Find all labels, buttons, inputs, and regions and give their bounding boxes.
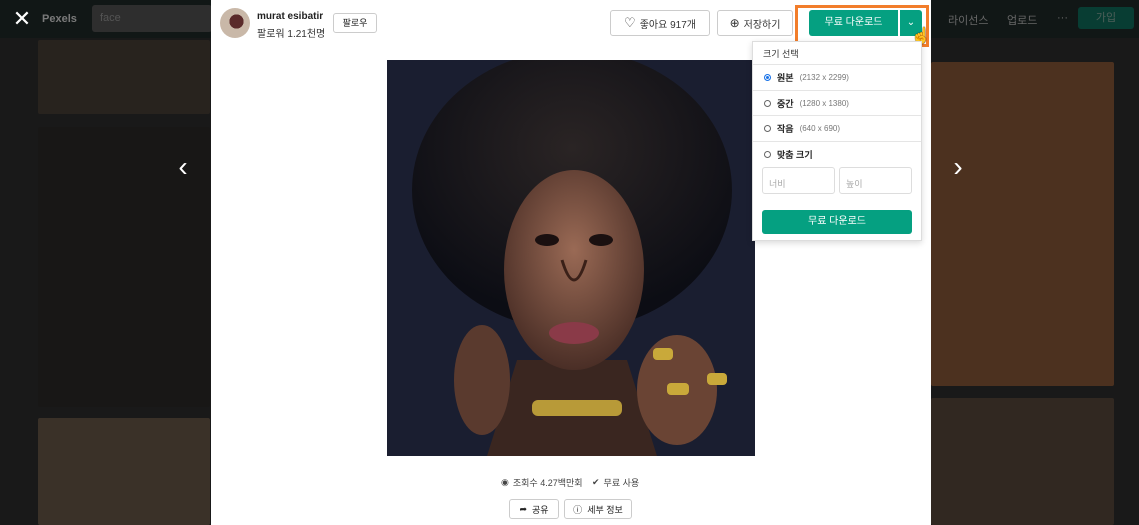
dropdown-title: 크기 선택 — [763, 49, 799, 59]
check-circle-icon: ✔ — [592, 477, 600, 487]
share-arrow-icon: ➦ — [519, 503, 527, 514]
license-stat: ✔ 무료 사용 — [592, 476, 639, 489]
size-option-label: 중간 — [777, 98, 794, 109]
views-label: 조회수 4.27백만회 — [512, 478, 583, 488]
previous-arrow-icon[interactable]: ‹ — [173, 153, 193, 181]
share-button[interactable]: ➦ 공유 — [509, 499, 559, 519]
size-option-dimensions: (1280 x 1380) — [799, 98, 849, 108]
license-label: 무료 사용 — [603, 478, 640, 488]
save-label: 저장하기 — [743, 19, 781, 31]
height-field[interactable]: 높이 — [839, 167, 912, 194]
size-option-dimensions: (2132 x 2299) — [799, 72, 849, 82]
size-option-dimensions: (640 x 690) — [799, 123, 841, 133]
download-size-dropdown: 크기 선택 원본 (2132 x 2299) 중간 (1280 x 1380) … — [752, 41, 922, 241]
like-label: 좋아요 917개 — [639, 19, 696, 31]
size-option-custom[interactable]: 맞춤 크기 — [753, 141, 921, 166]
size-option-label: 작음 — [777, 123, 794, 134]
size-option-medium[interactable]: 중간 (1280 x 1380) — [753, 90, 921, 115]
author-name[interactable]: murat esibatir — [257, 11, 323, 22]
radio-selected[interactable] — [764, 73, 771, 81]
next-arrow-icon[interactable]: › — [948, 153, 968, 181]
main-photo — [387, 60, 755, 456]
info-button[interactable]: ⓘ 세부 정보 — [564, 499, 632, 519]
photo-modal: murat esibatir 팔로워 1.21천명 팔로우 ♡ 좋아요 917개… — [211, 0, 931, 525]
follow-button[interactable]: 팔로우 — [333, 13, 377, 33]
avatar[interactable] — [220, 8, 250, 38]
radio-unselected[interactable] — [764, 99, 771, 107]
radio-unselected[interactable] — [764, 124, 771, 132]
views-stat: ◉ 조회수 4.27백만회 — [501, 476, 583, 489]
save-button[interactable]: ⊕ 저장하기 — [717, 10, 793, 36]
eye-icon: ◉ — [501, 477, 509, 487]
size-option-small[interactable]: 작음 (640 x 690) — [753, 115, 921, 140]
like-button[interactable]: ♡ 좋아요 917개 — [610, 10, 710, 36]
size-option-label: 맞춤 크기 — [777, 149, 813, 160]
dropdown-download-button[interactable]: 무료 다운로드 — [762, 210, 912, 234]
download-button[interactable]: 무료 다운로드 — [809, 10, 898, 36]
info-label: 세부 정보 — [587, 504, 623, 515]
plus-circle-icon: ⊕ — [729, 16, 740, 30]
size-option-label: 원본 — [777, 72, 794, 83]
heart-icon: ♡ — [624, 15, 636, 30]
width-field[interactable]: 너비 — [762, 167, 835, 194]
radio-unselected[interactable] — [764, 150, 771, 158]
share-label: 공유 — [531, 504, 549, 515]
size-option-original[interactable]: 원본 (2132 x 2299) — [753, 64, 921, 89]
info-icon: ⓘ — [573, 504, 583, 515]
close-icon[interactable]: ✕ — [12, 8, 32, 30]
author-followers: 팔로워 1.21천명 — [257, 29, 326, 40]
